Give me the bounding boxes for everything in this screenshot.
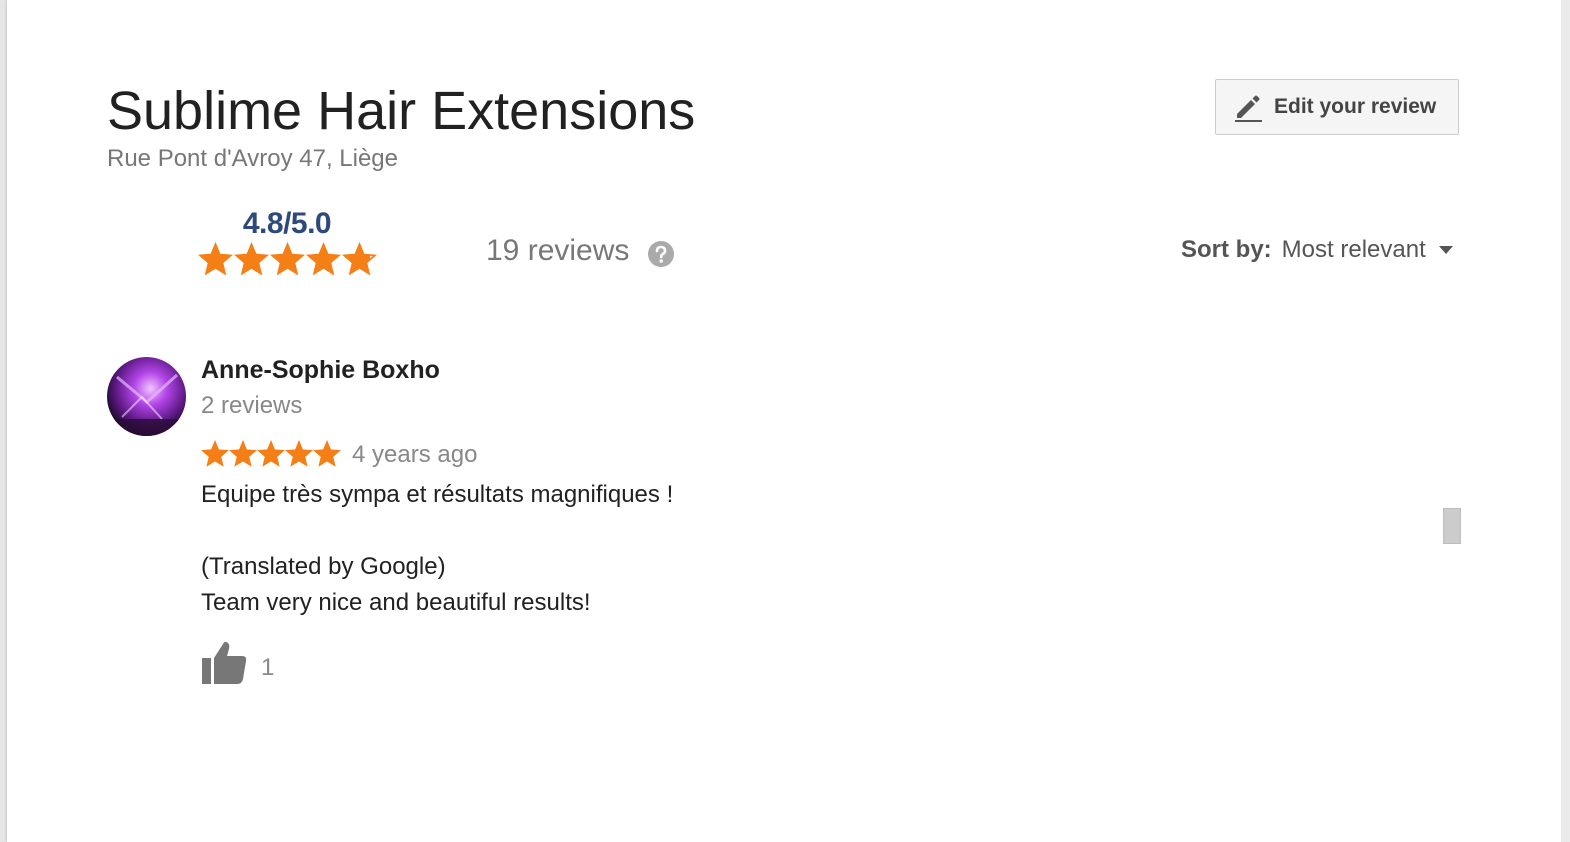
star-icon (229, 440, 257, 467)
place-title: Sublime Hair Extensions (107, 81, 696, 141)
reviewer-review-count: 2 reviews (201, 392, 303, 419)
star-icon (285, 440, 313, 467)
edit-review-label: Edit your review (1274, 95, 1437, 118)
edit-review-button[interactable]: Edit your review (1215, 79, 1459, 135)
pencil-icon (1235, 95, 1262, 122)
thumbs-up-icon[interactable] (201, 640, 249, 686)
star-icon (201, 440, 229, 467)
reviewer-name[interactable]: Anne-Sophie Boxho (201, 356, 440, 385)
review-count: 19 reviews (486, 234, 630, 267)
rating-score: 4.8/5.0 (242, 207, 332, 240)
review-text: Equipe très sympa et résultats magnifiqu… (201, 481, 674, 508)
sort-value: Most relevant (1281, 236, 1426, 263)
dropdown-arrow-icon (1438, 246, 1453, 254)
reviewer-avatar[interactable] (107, 357, 186, 436)
translated-label: (Translated by Google) (201, 553, 446, 580)
sort-label: Sort by: (1181, 236, 1272, 263)
star-icon (233, 242, 269, 276)
like-count: 1 (261, 654, 275, 681)
place-address: Rue Pont d'Avroy 47, Liège (107, 145, 398, 172)
star-icon (197, 242, 233, 276)
star-icon (269, 242, 305, 276)
sort-dropdown[interactable]: Sort by: Most relevant (1181, 236, 1454, 264)
scrollbar-thumb[interactable] (1443, 508, 1461, 544)
help-icon[interactable] (647, 240, 675, 268)
star-icon (305, 242, 341, 276)
star-icon (257, 440, 285, 467)
translated-text: Team very nice and beautiful results! (201, 589, 591, 616)
review-stars (201, 440, 341, 468)
star-icon (341, 242, 377, 276)
reviews-dialog: Sublime Hair Extensions Rue Pont d'Avroy… (7, 0, 1561, 842)
rating-badge: 4.8/5.0 (197, 206, 377, 277)
star-icon (313, 440, 341, 467)
rating-stars (197, 242, 377, 277)
background-edge (1561, 0, 1570, 842)
review-time: 4 years ago (352, 441, 478, 468)
